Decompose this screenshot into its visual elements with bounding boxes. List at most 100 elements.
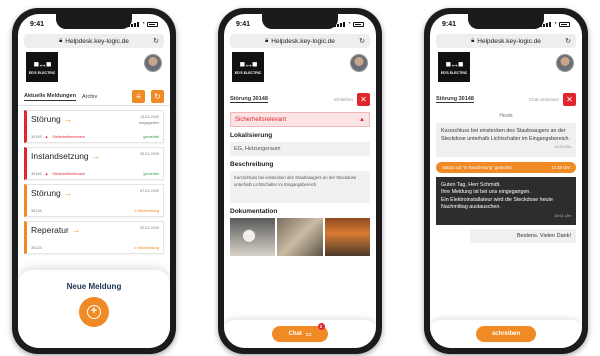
chat-button[interactable]: Chat ▭ 2: [272, 323, 328, 342]
status-icons: ◔: [334, 21, 364, 27]
message-support: Guten Tag, Herr Schmidt. Ihre Meldung is…: [436, 176, 576, 225]
lock-icon: 🔒︎: [265, 37, 269, 44]
brand-logo: ■↔■ ED'S ELECTRIC: [26, 52, 58, 82]
report-card[interactable]: Störung → 07.01.2020 30134 in Bearbeitung: [24, 184, 164, 217]
screen-detail: 9:41 ◔ 🔒︎ Helpdesk.key-logic.de ↻ ■↔■ ED…: [224, 14, 376, 348]
triangle-icon: ▲: [359, 116, 365, 123]
reload-icon[interactable]: ↻: [565, 37, 571, 45]
report-type: Störung: [31, 188, 61, 198]
reload-icon[interactable]: ↻: [153, 37, 159, 45]
write-label: schreiben: [491, 331, 521, 337]
report-list: Störung → 13.01.2020 eingegeben 30145 ▲ Siche…: [18, 110, 170, 254]
plus-icon: +: [87, 305, 101, 319]
status-icons: ◔: [128, 21, 158, 27]
alert-text: Sicherheitsrelevant: [235, 116, 287, 123]
report-warning: Sicherheitsrelevant: [52, 172, 85, 176]
unread-badge: 2: [317, 323, 325, 330]
chat-day-separator: Heute: [499, 113, 513, 119]
message-text: Kurzschluss bei einstecken des Staubsaug…: [441, 128, 570, 142]
report-state: in Bearbeitung: [134, 246, 160, 250]
status-icons: ◔: [540, 21, 570, 27]
stage: 9:41 ◔ 🔒︎ Helpdesk.key-logic.de ↻ ■↔■ ED…: [0, 0, 600, 356]
wifi-icon: ◔: [141, 21, 145, 27]
lock-icon: 🔒︎: [471, 37, 475, 44]
chat-header: Störung 30148 Chat verlassen ✕: [430, 88, 582, 110]
report-id: 30146: [31, 172, 42, 176]
report-id: 30145: [31, 135, 42, 139]
status-time: 9:41: [442, 20, 457, 28]
avatar[interactable]: [350, 54, 368, 72]
photo-gallery: [230, 218, 370, 256]
report-sub: eingegeben: [139, 121, 159, 125]
arrow-right-icon: →: [71, 225, 81, 235]
message-time: 13:20 Uhr: [554, 145, 571, 149]
report-card[interactable]: Störung → 13.01.2020 eingegeben 30145 ▲ Siche…: [24, 110, 164, 143]
refresh-button[interactable]: ↻: [151, 90, 164, 103]
add-report-button[interactable]: +: [79, 297, 109, 327]
description-value: Kurzschluss bei einstecken des Staubsaug…: [230, 171, 370, 203]
tab-archive[interactable]: Archiv: [82, 94, 97, 100]
app-header: ■↔■ ED'S ELECTRIC: [224, 48, 376, 88]
close-button[interactable]: ✕: [357, 92, 370, 106]
report-state: in Bearbeitung: [134, 209, 160, 213]
phone-chat: 9:41 ◔ 🔒︎ Helpdesk.key-logic.de ↻ ■↔■ ED…: [424, 8, 588, 354]
warning-icon: ▲: [44, 135, 49, 139]
wifi-icon: ◔: [347, 21, 351, 27]
chat-label: Chat: [288, 331, 302, 337]
phone-list: 9:41 ◔ 🔒︎ Helpdesk.key-logic.de ↻ ■↔■ ED…: [12, 8, 176, 354]
notch: [262, 14, 338, 29]
avatar[interactable]: [556, 54, 574, 72]
close-label[interactable]: schließen: [334, 97, 353, 102]
leave-chat-label[interactable]: Chat verlassen: [529, 97, 559, 102]
report-card[interactable]: Reperatur → 20.01.2020 30123 in Bearbeitung: [24, 221, 164, 254]
battery-icon: [147, 21, 158, 27]
app-header: ■↔■ ED'S ELECTRIC: [18, 48, 170, 88]
report-type: Reperatur: [31, 225, 69, 235]
phone-detail: 9:41 ◔ 🔒︎ Helpdesk.key-logic.de ↻ ■↔■ ED…: [218, 8, 382, 354]
brand-mark: ■↔■: [445, 59, 464, 69]
chat-title: Störung 30148: [436, 95, 474, 103]
write-button[interactable]: schreiben: [475, 326, 537, 342]
arrow-right-icon: →: [63, 188, 73, 198]
screen-chat: 9:41 ◔ 🔒︎ Helpdesk.key-logic.de ↻ ■↔■ ED…: [430, 14, 582, 348]
report-type: Störung: [31, 114, 61, 124]
report-id: 30123: [31, 246, 42, 250]
report-warning: Sicherheitsrelevant: [52, 135, 85, 139]
url-bar[interactable]: 🔒︎ Helpdesk.key-logic.de ↻: [24, 34, 164, 48]
status-time: 9:41: [236, 20, 251, 28]
url-text: Helpdesk.key-logic.de: [65, 37, 129, 45]
wifi-icon: ◔: [553, 21, 557, 27]
avatar[interactable]: [144, 54, 162, 72]
report-state: gemeldet: [143, 172, 159, 176]
security-alert: Sicherheitsrelevant ▲: [230, 112, 370, 127]
report-meta: 30145 ▲ Sicherheitsrelevant: [31, 135, 85, 139]
brand-name: ED'S ELECTRIC: [234, 71, 262, 75]
reload-icon[interactable]: ↻: [359, 37, 365, 45]
report-date: 13.01.2020: [139, 115, 159, 119]
url-bar[interactable]: 🔒︎ Helpdesk.key-logic.de ↻: [436, 34, 576, 48]
tab-current[interactable]: Aktuelle Meldungen: [24, 93, 76, 101]
filter-button[interactable]: ≡: [132, 90, 145, 103]
photo-thumbnail[interactable]: [324, 218, 370, 256]
location-label: Lokalisierung: [230, 132, 273, 139]
notch: [468, 14, 544, 29]
close-button[interactable]: ✕: [563, 92, 576, 106]
report-id: 30134: [31, 209, 42, 213]
report-date: 29.01.2020: [139, 152, 159, 156]
photo-thumbnail[interactable]: [277, 218, 323, 256]
photo-thumbnail[interactable]: [230, 218, 276, 256]
location-value: EG, Heizungsraum: [230, 142, 370, 156]
status-time: 9:41: [30, 20, 45, 28]
url-bar[interactable]: 🔒︎ Helpdesk.key-logic.de ↻: [230, 34, 370, 48]
app-header: ■↔■ ED'S ELECTRIC: [430, 48, 582, 88]
brand-mark: ■↔■: [239, 59, 258, 69]
status-change-time: 14:38 Uhr: [551, 164, 570, 170]
detail-title: Störung 30148: [230, 95, 268, 103]
report-card[interactable]: Instandsetzung → 29.01.2020 30146 ▲ Sicherhe…: [24, 147, 164, 180]
new-report-panel: Neue Meldung +: [18, 270, 170, 348]
chat-footer: schreiben: [430, 320, 582, 348]
report-date: 20.01.2020: [139, 226, 159, 230]
arrow-right-icon: →: [91, 151, 101, 161]
brand-logo: ■↔■ ED'S ELECTRIC: [438, 52, 470, 82]
warning-icon: ▲: [44, 172, 49, 176]
